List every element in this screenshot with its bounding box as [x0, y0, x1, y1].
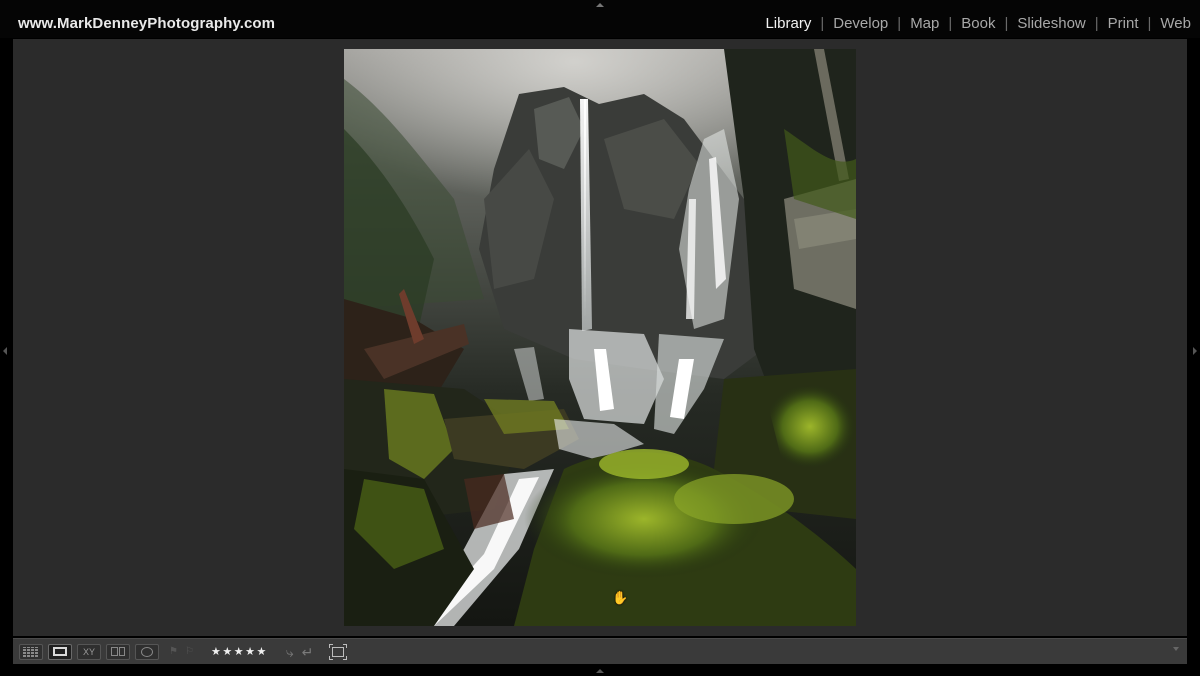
identity-plate: www.MarkDenneyPhotography.com [18, 15, 276, 32]
flag-reject-icon[interactable]: ⚐ [185, 646, 195, 657]
module-library[interactable]: Library [765, 15, 811, 32]
grid-icon [23, 646, 39, 657]
loupe-view-button[interactable] [48, 643, 72, 660]
top-panel-toggle-icon[interactable] [596, 3, 604, 7]
module-web[interactable]: Web [1160, 15, 1191, 32]
module-separator: | [897, 15, 902, 32]
hand-cursor-icon: ✋ [612, 590, 629, 605]
module-separator: | [820, 15, 825, 32]
module-separator: | [1094, 15, 1099, 32]
module-develop[interactable]: Develop [833, 15, 888, 32]
crop-overlay-icon[interactable] [329, 643, 348, 660]
star-rating[interactable]: ★★★★★ [211, 645, 268, 658]
survey-view-button[interactable] [106, 643, 130, 660]
bottom-panel-toggle-icon[interactable] [596, 669, 604, 673]
compare-view-button[interactable]: XY [77, 643, 101, 660]
right-panel-toggle-icon[interactable] [1193, 347, 1197, 355]
left-panel-toggle-icon[interactable] [3, 347, 7, 355]
grid-view-button[interactable] [19, 643, 43, 660]
top-bar: www.MarkDenneyPhotography.com Library | … [0, 0, 1200, 38]
module-slideshow[interactable]: Slideshow [1017, 15, 1085, 32]
survey-icon [111, 647, 125, 656]
module-separator: | [1147, 15, 1152, 32]
module-picker: Library | Develop | Map | Book | Slidesh… [765, 15, 1191, 32]
toolbar-content-menu-icon[interactable] [1173, 647, 1179, 651]
library-toolbar: XY ⚑ ⚐ ★★★★★ ⤷ ↵ [13, 638, 1187, 664]
module-separator: | [1004, 15, 1009, 32]
loupe-view-area[interactable]: ✋ [13, 39, 1187, 636]
loupe-icon [53, 647, 67, 656]
rotate-left-icon[interactable]: ⤷ [286, 645, 294, 659]
module-separator: | [948, 15, 953, 32]
people-view-button[interactable] [135, 643, 159, 660]
waterfall-photo[interactable] [344, 49, 856, 626]
flag-pick-icon[interactable]: ⚑ [169, 646, 179, 657]
module-book[interactable]: Book [961, 15, 995, 32]
lightroom-window: www.MarkDenneyPhotography.com Library | … [0, 0, 1200, 676]
rotate-right-icon[interactable]: ↵ [302, 645, 314, 659]
module-print[interactable]: Print [1108, 15, 1139, 32]
people-icon [141, 646, 153, 657]
module-map[interactable]: Map [910, 15, 939, 32]
